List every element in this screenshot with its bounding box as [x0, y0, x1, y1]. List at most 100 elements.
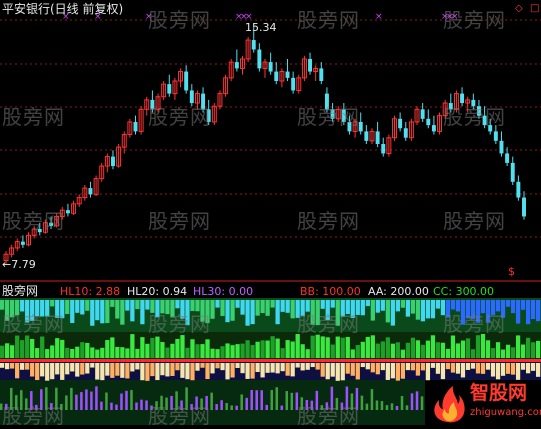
indicator-bar: [235, 300, 240, 308]
indicator-line: [460, 359, 466, 362]
indicator-bar: [65, 347, 70, 358]
maximize-icon[interactable]: □: [530, 3, 539, 14]
watermark: 股旁网: [443, 312, 506, 336]
candle-body: [308, 58, 313, 72]
indicator-bar: [260, 340, 265, 358]
indicator-line: [155, 359, 161, 362]
indicator-bar: [235, 405, 238, 410]
candle-body: [291, 77, 296, 91]
indicator-bar: [215, 363, 220, 369]
indicator-line: [20, 359, 26, 362]
indicator-line: [415, 359, 421, 362]
indicator-bar: [450, 363, 456, 373]
indicator-bar: [50, 345, 55, 358]
indicator-bb: BB: 100.00: [300, 285, 361, 298]
indicator-bar: [365, 403, 369, 410]
indicator-bar: [260, 363, 265, 378]
indicator-bar: [345, 336, 350, 358]
indicator-line: [470, 359, 476, 362]
watermark: 股旁网: [2, 209, 65, 233]
indicator-bar: [70, 387, 73, 410]
indicator-bar: [230, 363, 235, 378]
indicator-bar: [370, 335, 375, 358]
indicator-bar: [190, 363, 195, 381]
indicator-bar: [430, 335, 436, 358]
indicator-line: [140, 359, 146, 362]
indicator-bar: [470, 349, 476, 358]
indicator-line: [465, 359, 471, 362]
indicator-line: [375, 359, 381, 362]
indicator-bar: [515, 300, 521, 324]
indicator-line: [530, 359, 536, 362]
indicator-bar: [100, 401, 103, 410]
indicator-bar: [410, 300, 416, 314]
indicator-line: [535, 359, 541, 362]
indicator-bar: [445, 348, 451, 358]
indicator-line: [175, 359, 181, 362]
candle-body: [251, 40, 256, 50]
indicator-bar: [160, 342, 165, 358]
indicator-bar: [30, 363, 35, 377]
indicator-bar: [520, 300, 526, 310]
indicator-bar: [315, 363, 320, 370]
indicator-bar: [415, 363, 421, 376]
candle-body: [184, 71, 189, 91]
indicator-line: [335, 359, 341, 362]
indicator-bar: [330, 363, 335, 377]
indicator-bar: [10, 345, 15, 358]
indicator-bar: [120, 347, 125, 358]
indicator-line: [390, 359, 396, 362]
indicator-bar: [195, 363, 200, 371]
watermark: 股旁网: [148, 8, 211, 32]
indicator-bar: [20, 340, 25, 358]
indicator-bar: [165, 347, 170, 358]
indicator-bar: [420, 363, 426, 371]
indicator-bar: [25, 335, 30, 358]
indicator-line: [490, 359, 496, 362]
indicator-bar: [25, 363, 30, 370]
indicator-bar: [380, 401, 384, 410]
restore-icon[interactable]: ◇: [515, 3, 523, 14]
indicator-bar: [475, 335, 481, 358]
indicator-bar: [370, 363, 375, 373]
indicator-bar: [435, 300, 441, 309]
indicator-bar: [465, 363, 471, 370]
indicator-bar: [30, 338, 35, 358]
indicator-bar: [135, 402, 138, 410]
indicator-bar: [140, 337, 145, 358]
indicator-bar: [395, 342, 400, 358]
indicator-line: [495, 359, 501, 362]
indicator-bar: [230, 345, 235, 358]
indicator-bar: [340, 337, 345, 358]
indicator-bar: [460, 363, 466, 378]
indicator-line: [100, 359, 106, 362]
indicator-bar: [110, 337, 115, 358]
signal-mark: $: [508, 265, 515, 278]
indicator-bar: [285, 340, 290, 358]
indicator-bar: [225, 403, 228, 410]
indicator-bar: [285, 363, 290, 376]
indicator-bar: [255, 363, 260, 373]
indicator-bar: [40, 336, 45, 358]
indicator-bar: [225, 343, 230, 358]
indicator-line: [235, 359, 241, 362]
watermark: 股旁网: [443, 8, 506, 32]
indicator-bar: [535, 340, 541, 358]
indicator-line: [500, 359, 506, 362]
indicator-bar: [265, 363, 270, 373]
indicator-bar: [135, 300, 140, 310]
indicator-bar: [495, 342, 501, 358]
indicator-bar: [75, 346, 80, 358]
indicator-bar: [310, 363, 315, 368]
indicator-line: [180, 359, 186, 362]
indicator-bar: [400, 349, 405, 358]
indicator-bar: [320, 363, 325, 377]
indicator-line: [190, 359, 196, 362]
indicator-bar: [310, 335, 315, 358]
indicator-bar: [45, 349, 50, 358]
indicator-line: [510, 359, 516, 362]
indicator-bar: [365, 300, 370, 307]
watermark: 股旁网: [2, 312, 65, 336]
indicator-line: [115, 359, 121, 362]
candle-body: [319, 68, 324, 81]
